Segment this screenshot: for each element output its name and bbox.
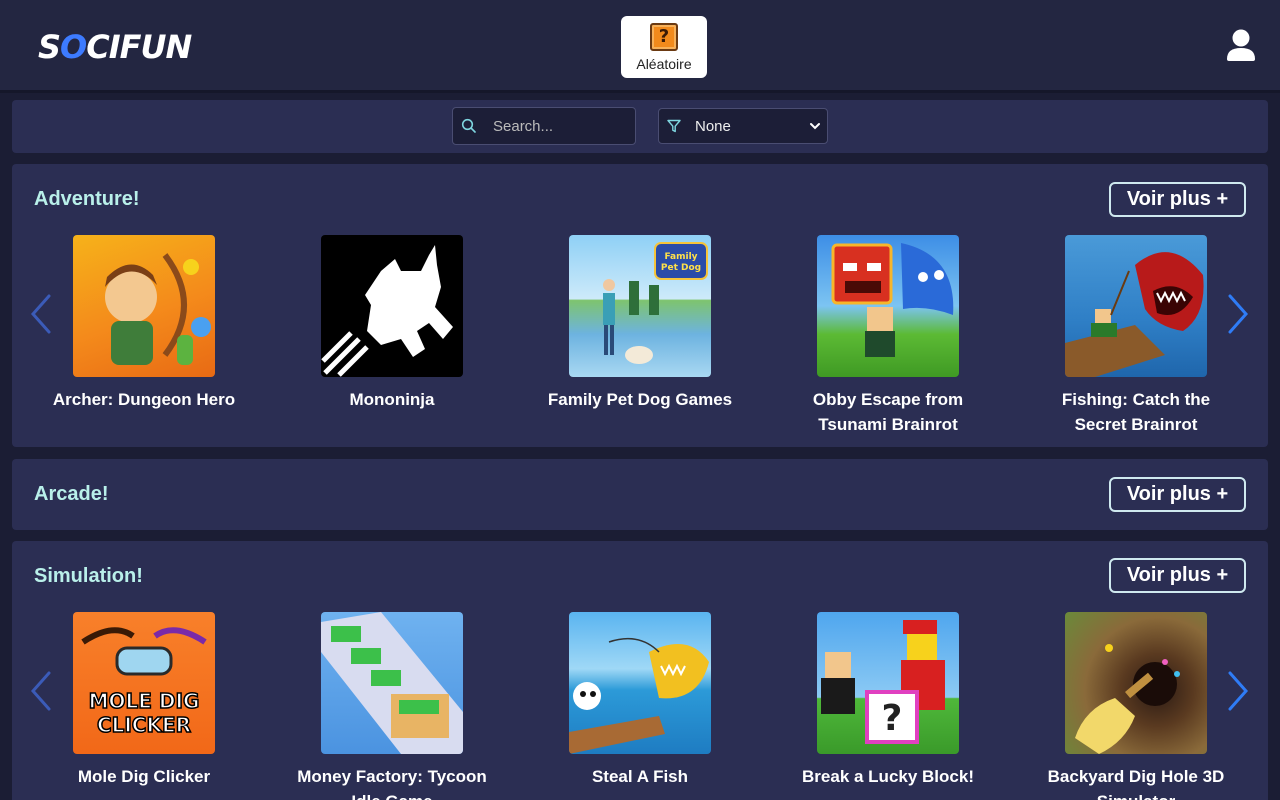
- category-filter-select[interactable]: None: [658, 108, 828, 144]
- chevron-down-icon: [810, 123, 820, 130]
- game-card[interactable]: ? Break a Lucky Block!: [788, 612, 988, 789]
- game-thumbnail: MOLE DIG CLICKER: [73, 612, 215, 754]
- category-filter-value: None: [695, 117, 731, 135]
- see-more-button[interactable]: Voir plus +: [1109, 182, 1246, 217]
- game-title: Money Factory: Tycoon Idle Game: [297, 767, 487, 800]
- section-arcade: Arcade! Voir plus +: [12, 459, 1268, 530]
- game-title: Archer: Dungeon Hero: [52, 390, 236, 409]
- svg-text:CLICKER: CLICKER: [97, 713, 191, 737]
- game-thumbnail: [321, 235, 463, 377]
- game-thumbnail: ?: [817, 612, 959, 754]
- game-thumbnail: [1065, 235, 1207, 377]
- site-logo[interactable]: SOCIFUN: [38, 28, 192, 66]
- see-more-button[interactable]: Voir plus +: [1109, 558, 1246, 593]
- game-title: Steal A Fish: [591, 767, 689, 786]
- question-block-icon: ?: [650, 22, 678, 51]
- game-card[interactable]: Backyard Dig Hole 3D Simulator: [1036, 612, 1236, 800]
- game-card[interactable]: Steal A Fish: [540, 612, 740, 789]
- section-simulation: Simulation! Voir plus + MOLE DIG CLICKER…: [12, 541, 1268, 800]
- game-card[interactable]: Fishing: Catch the Secret Brainrot: [1036, 235, 1236, 437]
- game-title: Obby Escape from Tsunami Brainrot: [812, 390, 964, 434]
- game-thumbnail: [1065, 612, 1207, 754]
- svg-text:?: ?: [882, 698, 903, 739]
- section-title: Adventure!: [34, 188, 140, 210]
- game-card[interactable]: Archer: Dungeon Hero: [44, 235, 244, 412]
- game-title: Fishing: Catch the Secret Brainrot: [1061, 390, 1211, 434]
- section-title: Simulation!: [34, 565, 143, 587]
- search-box[interactable]: [452, 107, 636, 145]
- game-title: Backyard Dig Hole 3D Simulator: [1047, 767, 1225, 800]
- search-input[interactable]: [493, 117, 623, 135]
- random-game-button[interactable]: ? Aléatoire: [621, 16, 707, 78]
- game-thumbnail: [73, 235, 215, 377]
- game-card[interactable]: Obby Escape from Tsunami Brainrot: [788, 235, 988, 437]
- game-card[interactable]: MOLE DIG CLICKER Mole Dig Clicker: [44, 612, 244, 789]
- filter-icon: [667, 119, 681, 133]
- filter-bar: None: [12, 100, 1268, 153]
- game-title: Break a Lucky Block!: [802, 767, 974, 786]
- search-icon: [461, 118, 476, 133]
- svg-text:Family: Family: [664, 252, 697, 262]
- section-title: Arcade!: [34, 483, 109, 505]
- game-card[interactable]: Mononinja: [292, 235, 492, 412]
- svg-text:Pet Dog: Pet Dog: [661, 263, 701, 273]
- random-label: Aléatoire: [636, 55, 692, 72]
- game-card[interactable]: Family Pet Dog Family Pet Dog Games: [540, 235, 740, 412]
- game-thumbnail: [817, 235, 959, 377]
- game-thumbnail: [569, 612, 711, 754]
- mole-dig-logo-text: MOLE DIG: [89, 689, 200, 713]
- game-title: Mole Dig Clicker: [77, 767, 211, 786]
- game-title: Family Pet Dog Games: [547, 390, 733, 409]
- game-card[interactable]: Money Factory: Tycoon Idle Game: [292, 612, 492, 800]
- top-header: SOCIFUN ? Aléatoire: [0, 0, 1280, 93]
- see-more-button[interactable]: Voir plus +: [1109, 477, 1246, 512]
- game-thumbnail: Family Pet Dog: [569, 235, 711, 377]
- game-title: Mononinja: [349, 390, 435, 409]
- user-account-icon[interactable]: [1226, 28, 1256, 62]
- section-adventure: Adventure! Voir plus + Archer: Dungeon H…: [12, 164, 1268, 447]
- game-thumbnail: [321, 612, 463, 754]
